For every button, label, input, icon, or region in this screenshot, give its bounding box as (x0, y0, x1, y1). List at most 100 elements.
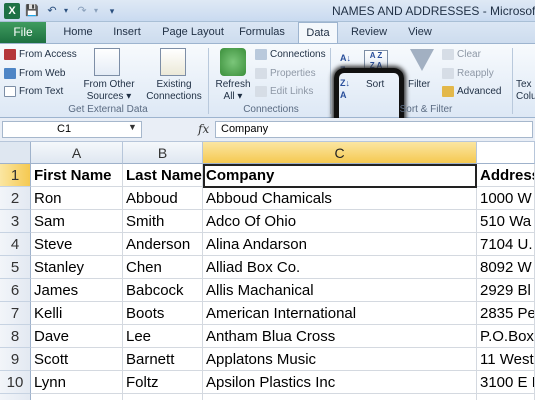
ribbon-tabs: File Home Insert Page Layout Formulas Da… (0, 22, 535, 44)
cell-b[interactable]: Barnett (123, 348, 203, 371)
cell-b[interactable]: M (123, 394, 203, 400)
column-header-d[interactable] (477, 142, 535, 164)
cell-a[interactable]: Steve (31, 233, 123, 256)
clear-button[interactable]: Clear (442, 49, 481, 61)
tab-file[interactable]: File (0, 22, 46, 43)
cell-d[interactable]: 510 Wa (477, 210, 535, 233)
from-access-button[interactable]: From Access (4, 49, 77, 61)
cell-a[interactable]: James (31, 279, 123, 302)
column-header-a[interactable]: A (31, 142, 123, 164)
cell-d[interactable]: 2929 Bl (477, 279, 535, 302)
cell-a[interactable]: Jo (31, 394, 123, 400)
active-cell-c1[interactable] (203, 164, 477, 188)
text-file-icon (4, 86, 16, 97)
customize-toolbar-icon[interactable]: ▾ (104, 3, 120, 19)
row-header[interactable]: 5 (0, 256, 31, 279)
cell-b[interactable]: Boots (123, 302, 203, 325)
tab-data[interactable]: Data (298, 22, 338, 44)
row-header[interactable]: 4 (0, 233, 31, 256)
cell-c[interactable]: Applatons Music (203, 348, 477, 371)
cell-d[interactable]: 8092 W (477, 256, 535, 279)
excel-app-icon[interactable]: X (4, 3, 20, 19)
name-box[interactable]: C1 (2, 121, 142, 138)
cell-c[interactable]: Alina Andarson (203, 233, 477, 256)
tab-insert[interactable]: Insert (104, 22, 150, 43)
cell-d[interactable]: Address (477, 164, 535, 187)
cell-b[interactable]: Chen (123, 256, 203, 279)
column-header-c[interactable]: C (203, 142, 477, 164)
cell-c[interactable]: Alliad Box Co. (203, 256, 477, 279)
tab-view[interactable]: View (400, 22, 440, 43)
group-separator (512, 48, 513, 114)
connections-button[interactable]: Connections (255, 49, 326, 61)
cell-a[interactable]: Sam (31, 210, 123, 233)
web-icon (4, 68, 16, 79)
reapply-button[interactable]: Reapply (442, 68, 494, 80)
cell-d[interactable]: 8 (477, 394, 535, 400)
column-header-b[interactable]: B (123, 142, 203, 164)
refresh-all-button[interactable]: Refresh All ▾ (212, 79, 254, 103)
row-header[interactable]: 11 (0, 394, 31, 400)
cell-d[interactable]: 7104 U. (477, 233, 535, 256)
row-header[interactable]: 9 (0, 348, 31, 371)
cell-c[interactable]: American International (203, 302, 477, 325)
cell-d[interactable]: 11 West (477, 348, 535, 371)
cell-b[interactable]: Foltz (123, 371, 203, 394)
cell-a[interactable]: Scott (31, 348, 123, 371)
cell-b[interactable]: Last Name (123, 164, 203, 187)
properties-button[interactable]: Properties (255, 68, 316, 80)
from-other-sources-button[interactable]: From Other Sources ▾ (82, 79, 136, 103)
row-header[interactable]: 6 (0, 279, 31, 302)
name-box-dropdown-icon[interactable]: ▼ (128, 122, 137, 132)
edit-links-button[interactable]: Edit Links (255, 86, 313, 98)
cell-a[interactable]: Lynn (31, 371, 123, 394)
text-to-columns-button[interactable]: Tex Colu (516, 79, 535, 103)
formula-input[interactable]: Company (215, 121, 533, 138)
ribbon-data: From Access From Web From Text From Othe… (0, 43, 535, 150)
cell-d[interactable]: P.O.Box (477, 325, 535, 348)
cell-b[interactable]: Lee (123, 325, 203, 348)
cell-b[interactable]: Anderson (123, 233, 203, 256)
undo-dropdown-icon[interactable]: ▾ (58, 3, 74, 19)
select-all-corner[interactable] (0, 142, 31, 164)
row-header[interactable]: 3 (0, 210, 31, 233)
cell-a[interactable]: Dave (31, 325, 123, 348)
filter-button[interactable]: Filter (408, 79, 430, 91)
cell-c[interactable]: A (203, 394, 477, 400)
row-header[interactable]: 2 (0, 187, 31, 210)
existing-connections-button[interactable]: Existing Connections (144, 79, 204, 103)
cell-a[interactable]: Kelli (31, 302, 123, 325)
tab-formulas[interactable]: Formulas (234, 22, 290, 43)
cell-b[interactable]: Abboud (123, 187, 203, 210)
window-title: NAMES AND ADDRESSES - Microsoft E (332, 4, 535, 18)
properties-icon (255, 68, 267, 79)
row-header[interactable]: 8 (0, 325, 31, 348)
row-header[interactable]: 1 (0, 164, 31, 187)
cell-d[interactable]: 2835 Pe (477, 302, 535, 325)
cell-b[interactable]: Smith (123, 210, 203, 233)
cell-a[interactable]: Ron (31, 187, 123, 210)
cell-a[interactable]: Stanley (31, 256, 123, 279)
cell-c[interactable]: Apsilon Plastics Inc (203, 371, 477, 394)
connections-icon (255, 49, 267, 60)
row-header[interactable]: 7 (0, 302, 31, 325)
cell-c[interactable]: Abboud Chamicals (203, 187, 477, 210)
cell-c[interactable]: Antham Blua Cross (203, 325, 477, 348)
tab-home[interactable]: Home (56, 22, 100, 43)
cell-d[interactable]: 1000 W (477, 187, 535, 210)
cell-c[interactable]: Allis Machanical (203, 279, 477, 302)
save-icon[interactable]: 💾 (24, 3, 40, 19)
insert-function-icon[interactable]: fx (198, 122, 209, 136)
tab-page-layout[interactable]: Page Layout (160, 22, 226, 43)
cell-b[interactable]: Babcock (123, 279, 203, 302)
cell-c[interactable]: Adco Of Ohio (203, 210, 477, 233)
cell-a[interactable]: First Name (31, 164, 123, 187)
row-header[interactable]: 10 (0, 371, 31, 394)
advanced-button[interactable]: Advanced (442, 86, 501, 98)
group-separator (208, 48, 209, 114)
cell-d[interactable]: 3100 E H (477, 371, 535, 394)
from-text-button[interactable]: From Text (4, 86, 63, 98)
from-web-button[interactable]: From Web (4, 68, 66, 80)
tab-review[interactable]: Review (344, 22, 394, 43)
redo-dropdown-icon[interactable]: ▾ (88, 3, 104, 19)
